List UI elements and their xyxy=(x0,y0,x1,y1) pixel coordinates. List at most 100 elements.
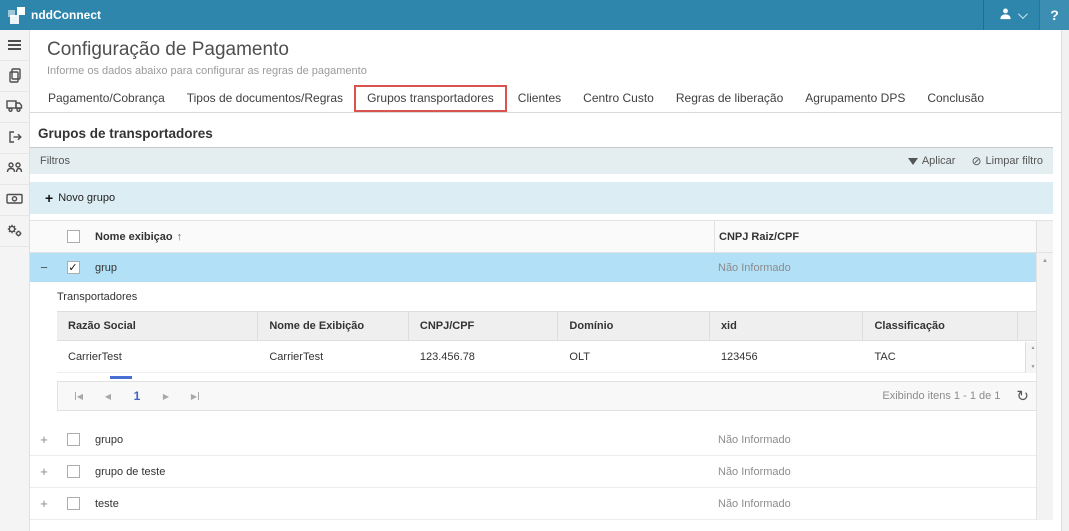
topbar: nddConnect ? xyxy=(0,0,1069,30)
sidebar-item-export[interactable] xyxy=(0,123,29,154)
row-checkbox-grupo[interactable] xyxy=(67,433,80,446)
tab-agrupamento-dps[interactable]: Agrupamento DPS xyxy=(794,85,916,112)
page-subtitle: Informe os dados abaixo para configurar … xyxy=(47,65,1061,77)
pager-first-button[interactable]: ◀ xyxy=(68,386,90,406)
sort-asc-icon: ↑ xyxy=(177,231,183,243)
clear-filter-icon: ⊘ xyxy=(971,154,981,168)
expand-row-button[interactable]: + xyxy=(30,432,58,447)
group-row-grupo-de-teste[interactable]: + grupo de teste Não Informado xyxy=(30,456,1036,488)
sidebar-item-payments[interactable] xyxy=(0,185,29,216)
pager-prev-button[interactable]: ◀ xyxy=(97,386,119,406)
carriers-table: Razão Social Nome de Exibição CNPJ/CPF D… xyxy=(57,311,1040,373)
menu-toggle-button[interactable] xyxy=(0,30,29,61)
section-heading: Grupos de transportadores xyxy=(38,126,1053,147)
banknote-icon xyxy=(6,192,23,208)
tab-regras-liberacao[interactable]: Regras de liberação xyxy=(665,85,794,112)
truck-icon xyxy=(6,98,23,116)
new-group-button[interactable]: + Novo grupo xyxy=(45,190,115,206)
tab-tipos-documentos-regras[interactable]: Tipos de documentos/Regras xyxy=(176,85,354,112)
tab-grupos-transportadores[interactable]: Grupos transportadores xyxy=(354,85,507,112)
new-group-label: Novo grupo xyxy=(58,192,115,204)
group-cnpj: Não Informado xyxy=(714,466,1036,478)
col-dominio[interactable]: Domínio xyxy=(558,312,710,340)
cnpj-label: CNPJ Raiz/CPF xyxy=(719,231,799,243)
carrier-classificacao: TAC xyxy=(863,341,1018,372)
pager-last-button[interactable]: ▶ xyxy=(184,386,206,406)
carrier-dominio: OLT xyxy=(558,341,710,372)
collapse-row-button[interactable]: − xyxy=(30,260,58,275)
group-name: teste xyxy=(88,498,714,510)
tab-conclusao[interactable]: Conclusão xyxy=(916,85,995,112)
tab-clientes[interactable]: Clientes xyxy=(507,85,572,112)
carrier-cnpj: 123.456.78 xyxy=(409,341,559,372)
carrier-xid: 123456 xyxy=(710,341,864,372)
pager-page-1[interactable]: 1 xyxy=(126,389,148,403)
filter-title: Filtros xyxy=(40,155,908,167)
documents-icon xyxy=(7,67,23,86)
sidebar-item-settings[interactable] xyxy=(0,216,29,247)
col-cnpj-cpf[interactable]: CNPJ/CPF xyxy=(409,312,559,340)
pager-status: Exibindo itens 1 - 1 de 1 xyxy=(882,390,1000,402)
carrier-row[interactable]: CarrierTest CarrierTest 123.456.78 OLT 1… xyxy=(57,341,1040,373)
scroll-up-icon[interactable]: ▲ xyxy=(1031,345,1036,351)
group-cnpj: Não Informado xyxy=(714,262,1036,274)
window-scrollbar[interactable] xyxy=(1061,30,1069,531)
sidebar-item-documents[interactable] xyxy=(0,61,29,92)
column-header-nome-exibicao[interactable]: Nome exibiçao ↑ xyxy=(88,231,714,243)
group-name: grupo de teste xyxy=(88,466,714,478)
group-detail-panel: Transportadores Razão Social Nome de Exi… xyxy=(30,282,1036,424)
group-name: grupo xyxy=(88,434,714,446)
help-button[interactable]: ? xyxy=(1039,0,1069,30)
col-razao-social[interactable]: Razão Social xyxy=(57,312,258,340)
groups-grid: Nome exibiçao ↑ CNPJ Raiz/CPF − ✓ grup xyxy=(30,220,1053,520)
group-row-grup[interactable]: − ✓ grup Não Informado xyxy=(30,253,1036,282)
row-checkbox-grupo-de-teste[interactable] xyxy=(67,465,80,478)
carriers-pager: ◀ ◀ 1 ▶ ▶ Exibindo itens 1 - 1 de 1 ↻ xyxy=(57,381,1040,411)
scroll-up-icon[interactable]: ▲ xyxy=(1042,258,1048,264)
sidebar xyxy=(0,30,30,531)
refresh-icon[interactable]: ↻ xyxy=(1016,389,1029,404)
grid-vertical-scrollbar[interactable]: ▲ xyxy=(1036,253,1053,520)
sign-out-icon xyxy=(7,129,23,148)
select-all-checkbox[interactable] xyxy=(67,230,80,243)
carriers-header-row: Razão Social Nome de Exibição CNPJ/CPF D… xyxy=(57,311,1040,341)
expand-row-button[interactable]: + xyxy=(30,496,58,511)
sidebar-item-users[interactable] xyxy=(0,154,29,185)
group-name: grup xyxy=(88,262,714,274)
row-checkbox-grup[interactable]: ✓ xyxy=(67,261,80,274)
carrier-nome-exibicao: CarrierTest xyxy=(258,341,409,372)
clear-filter-button[interactable]: ⊘ Limpar filtro xyxy=(971,154,1043,168)
grid-toolbar: + Novo grupo xyxy=(30,182,1053,214)
col-nome-exibicao[interactable]: Nome de Exibição xyxy=(258,312,409,340)
nome-exibicao-label: Nome exibiçao xyxy=(95,231,173,243)
funnel-icon xyxy=(908,158,918,165)
col-classificacao[interactable]: Classificação xyxy=(863,312,1018,340)
brand: nddConnect xyxy=(0,7,983,24)
group-row-teste[interactable]: + teste Não Informado xyxy=(30,488,1036,520)
grid-header-row: Nome exibiçao ↑ CNPJ Raiz/CPF xyxy=(30,221,1053,253)
tab-pagamento-cobranca[interactable]: Pagamento/Cobrança xyxy=(37,85,176,112)
header-scroll-stub xyxy=(1036,221,1053,252)
plus-icon: + xyxy=(45,190,53,206)
column-header-cnpj[interactable]: CNPJ Raiz/CPF xyxy=(714,221,1036,252)
sidebar-item-transport[interactable] xyxy=(0,92,29,123)
expand-row-button[interactable]: + xyxy=(30,464,58,479)
chevron-down-icon xyxy=(1017,9,1027,19)
user-icon xyxy=(999,7,1012,23)
horizontal-scroll-thumb[interactable] xyxy=(110,376,132,379)
page-head: Configuração de Pagamento Informe os dad… xyxy=(30,30,1061,77)
carrier-razao-social: CarrierTest xyxy=(57,341,258,372)
group-cnpj: Não Informado xyxy=(714,434,1036,446)
scroll-down-icon[interactable]: ▼ xyxy=(1031,364,1036,370)
user-menu-button[interactable] xyxy=(983,0,1039,30)
pager-next-button[interactable]: ▶ xyxy=(155,386,177,406)
clear-filter-label: Limpar filtro xyxy=(986,155,1043,167)
apply-filter-label: Aplicar xyxy=(922,155,956,167)
col-xid[interactable]: xid xyxy=(710,312,864,340)
apply-filter-button[interactable]: Aplicar xyxy=(908,155,956,167)
hamburger-icon xyxy=(8,40,21,50)
group-row-grupo[interactable]: + grupo Não Informado xyxy=(30,424,1036,456)
row-checkbox-teste[interactable] xyxy=(67,497,80,510)
tab-centro-custo[interactable]: Centro Custo xyxy=(572,85,665,112)
nddconnect-logo-icon xyxy=(8,7,25,24)
